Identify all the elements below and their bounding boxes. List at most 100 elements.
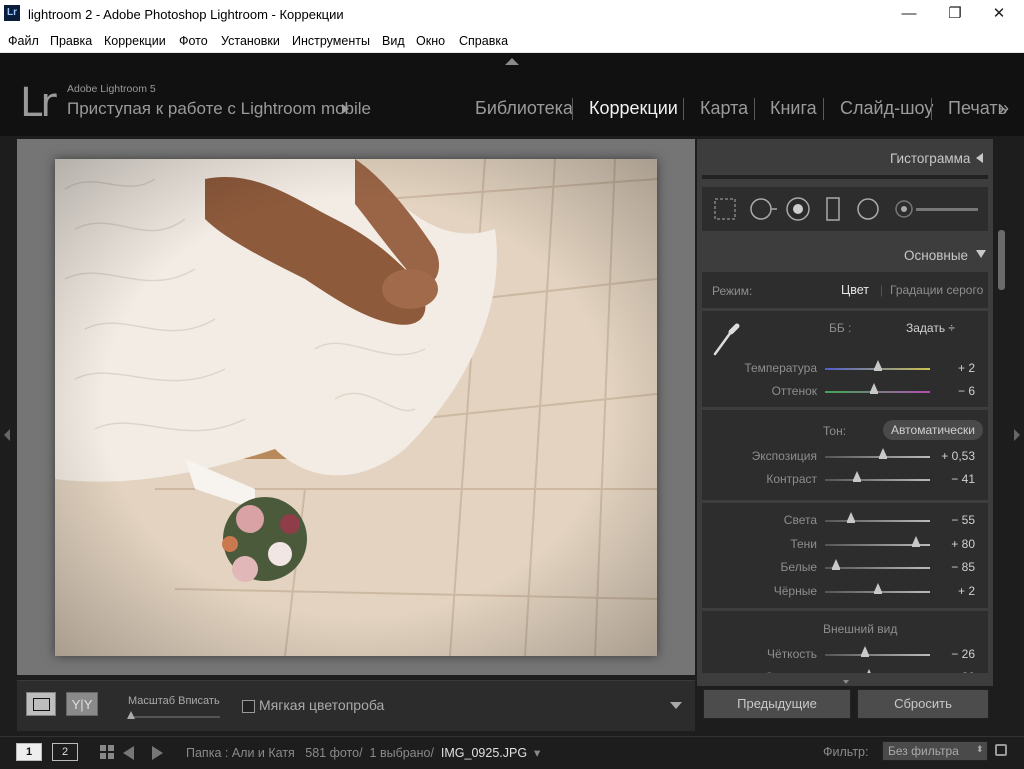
module-develop[interactable]: Коррекции xyxy=(589,98,678,119)
menu-develop[interactable]: Коррекции xyxy=(104,34,166,48)
lightroom-app-icon: Lr xyxy=(4,5,20,21)
highlights-value[interactable]: − 55 xyxy=(935,513,975,527)
soft-proofing-checkbox[interactable] xyxy=(242,700,255,713)
blacks-slider-thumb[interactable] xyxy=(873,582,882,594)
spot-removal-icon[interactable] xyxy=(748,196,778,222)
whites-label: Белые xyxy=(780,560,817,574)
exposure-slider-track[interactable] xyxy=(825,456,930,458)
treatment-label: Режим: xyxy=(712,284,753,298)
menu-settings[interactable]: Установки xyxy=(221,34,280,48)
menu-file[interactable]: Файл xyxy=(8,34,39,48)
contrast-label: Контраст xyxy=(766,472,817,486)
module-book[interactable]: Книга xyxy=(770,98,817,119)
photo-count: 581 фото/ xyxy=(305,746,363,760)
radial-filter-icon[interactable] xyxy=(855,196,881,222)
temperature-slider-thumb[interactable] xyxy=(873,360,882,371)
next-photo-arrow-icon[interactable] xyxy=(152,746,163,760)
clarity-value[interactable]: − 26 xyxy=(935,647,975,661)
red-eye-icon[interactable] xyxy=(785,196,811,222)
adjustment-brush-icon[interactable] xyxy=(892,196,982,222)
menu-tools[interactable]: Инструменты xyxy=(292,34,370,48)
window-title: lightroom 2 - Adobe Photoshop Lightroom … xyxy=(28,7,344,22)
contrast-slider-track[interactable] xyxy=(825,479,930,481)
module-library[interactable]: Библиотека xyxy=(475,98,573,119)
panel-scrollbar[interactable] xyxy=(998,230,1005,290)
menu-photo[interactable]: Фото xyxy=(179,34,208,48)
filter-label: Фильтр: xyxy=(823,745,869,759)
wb-eyedropper-icon[interactable] xyxy=(709,318,745,358)
previous-button[interactable]: Предыдущие xyxy=(703,689,851,719)
crop-tool-icon[interactable] xyxy=(712,196,738,222)
module-separator xyxy=(572,98,573,120)
toolbar-menu-icon[interactable] xyxy=(670,702,682,709)
highlights-slider-thumb[interactable] xyxy=(847,512,856,523)
treatment-separator: | xyxy=(880,283,884,297)
shadows-slider-thumb[interactable] xyxy=(912,535,921,547)
close-button[interactable]: ✕ xyxy=(976,0,1022,30)
auto-tone-button[interactable]: Автоматически xyxy=(883,420,983,440)
before-after-button[interactable]: Y|Y xyxy=(66,692,98,716)
loupe-view-button[interactable] xyxy=(26,692,56,716)
wedding-photo-image xyxy=(55,159,657,656)
main-screen-button[interactable]: 1 xyxy=(16,743,42,761)
whites-slider-track[interactable] xyxy=(825,567,930,569)
temperature-value[interactable]: + 2 xyxy=(935,361,975,375)
filter-lock-icon[interactable] xyxy=(995,744,1007,756)
shadows-value[interactable]: + 80 xyxy=(935,537,975,551)
exposure-label: Экспозиция xyxy=(751,449,817,463)
highlights-slider-track[interactable] xyxy=(825,520,930,522)
maximize-button[interactable]: ❐ xyxy=(932,0,978,30)
more-modules-icon[interactable]: » xyxy=(999,98,1009,119)
contrast-slider-thumb[interactable] xyxy=(852,471,861,482)
grid-view-icon[interactable] xyxy=(100,745,114,759)
filter-dropdown-arrow-icon[interactable]: ⬍ xyxy=(976,744,984,755)
module-separator xyxy=(754,98,755,120)
zoom-slider-track[interactable] xyxy=(128,716,220,718)
expand-arrow-icon[interactable] xyxy=(976,250,986,258)
minimize-button[interactable]: — xyxy=(886,0,932,30)
menu-view[interactable]: Вид xyxy=(382,34,405,48)
exposure-value[interactable]: + 0,53 xyxy=(935,449,975,463)
tint-slider-thumb[interactable] xyxy=(870,383,879,394)
soft-proofing-label[interactable]: Мягкая цветопроба xyxy=(259,697,384,713)
graduated-filter-icon[interactable] xyxy=(823,196,843,222)
module-slideshow[interactable]: Слайд-шоу xyxy=(840,98,933,119)
menu-edit[interactable]: Правка xyxy=(50,34,92,48)
left-panel-toggle-icon[interactable] xyxy=(4,429,10,441)
reset-button[interactable]: Сбросить xyxy=(857,689,989,719)
second-screen-button[interactable]: 2 xyxy=(52,743,78,761)
menu-window[interactable]: Окно xyxy=(416,34,445,48)
tint-value[interactable]: − 6 xyxy=(935,384,975,398)
zoom-label: Масштаб Вписать xyxy=(128,695,220,707)
treatment-color-option[interactable]: Цвет xyxy=(841,283,869,297)
photo-preview[interactable] xyxy=(55,159,657,656)
play-arrow-icon[interactable] xyxy=(342,104,349,114)
source-folder[interactable]: Папка : Али и Катя xyxy=(186,746,295,760)
wb-preset-dropdown[interactable]: Задать ÷ xyxy=(906,321,955,335)
filmstrip-source-info[interactable]: Папка : Али и Катя 581 фото/ 1 выбрано/ … xyxy=(186,745,540,760)
scroll-down-icon[interactable] xyxy=(843,680,849,684)
contrast-value[interactable]: − 41 xyxy=(935,472,975,486)
highlights-label: Света xyxy=(783,513,817,527)
right-panel-toggle-icon[interactable] xyxy=(1014,429,1020,441)
basic-panel-title[interactable]: Основные xyxy=(904,248,968,263)
whites-value[interactable]: − 85 xyxy=(935,560,975,574)
histogram-title[interactable]: Гистограмма xyxy=(890,151,970,166)
source-dropdown-icon[interactable]: ▾ xyxy=(534,746,540,760)
temperature-label: Температура xyxy=(744,361,817,375)
previous-photo-arrow-icon[interactable] xyxy=(123,746,134,760)
whites-slider-thumb[interactable] xyxy=(831,559,840,570)
blacks-value[interactable]: + 2 xyxy=(935,584,975,598)
clarity-slider-thumb[interactable] xyxy=(860,646,869,657)
collapse-arrow-icon[interactable] xyxy=(976,153,983,163)
exposure-slider-thumb[interactable] xyxy=(878,448,887,459)
treatment-grayscale-option[interactable]: Градации серого xyxy=(890,283,983,297)
filter-dropdown[interactable]: Без фильтра xyxy=(882,741,988,761)
lightroom-mobile-link[interactable]: Приступая к работе с Lightroom mobile xyxy=(67,99,371,119)
module-map[interactable]: Карта xyxy=(700,98,748,119)
blacks-label: Чёрные xyxy=(773,583,817,598)
zoom-slider-thumb[interactable] xyxy=(127,711,135,719)
menu-help[interactable]: Справка xyxy=(459,34,508,48)
top-panel-toggle-icon[interactable] xyxy=(505,58,519,65)
clarity-slider-track[interactable] xyxy=(825,654,930,656)
